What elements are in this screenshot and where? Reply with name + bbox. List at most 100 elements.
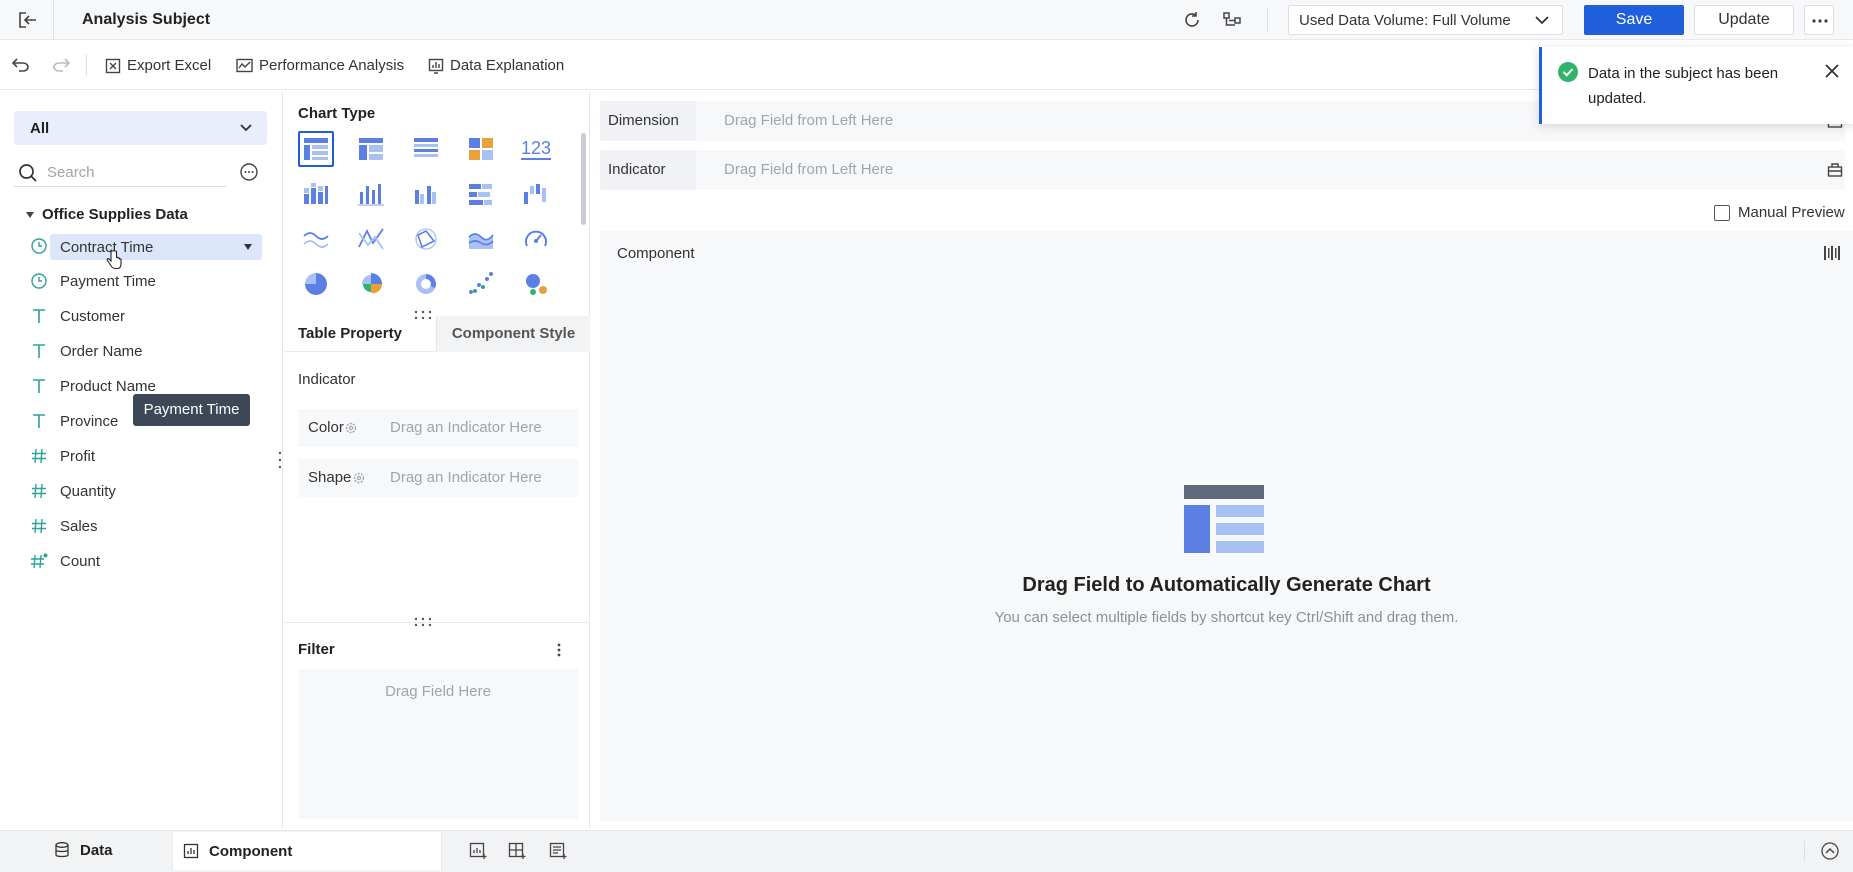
data-volume-label: Used Data Volume: Full Volume (1299, 12, 1511, 29)
line-chart-icon (303, 227, 329, 251)
save-button[interactable]: Save (1584, 5, 1684, 35)
field-item[interactable]: Count (30, 548, 262, 574)
chart-type-indicator-card[interactable]: 123 (518, 131, 554, 167)
indicator-shelf[interactable]: Indicator Drag Field from Left Here (600, 150, 1845, 190)
export-excel-button[interactable]: Export Excel (105, 57, 211, 74)
data-tab-label: Data (80, 841, 113, 859)
add-component-icon[interactable] (469, 842, 487, 860)
update-button[interactable]: Update (1694, 5, 1794, 35)
chart-type-donut[interactable] (408, 266, 444, 302)
tab-component[interactable]: Component (172, 832, 442, 870)
caret-down-icon[interactable] (244, 244, 252, 250)
scope-select[interactable]: All (14, 111, 267, 145)
empty-state-subtitle: You can select multiple fields by shortc… (994, 609, 1459, 626)
chart-config-panel: Chart Type 123 Table Property Component … (284, 91, 590, 828)
component-tab-label: Component (209, 842, 293, 860)
field-item[interactable]: Profit (30, 443, 262, 469)
filter-drop-zone[interactable]: Drag Field Here (298, 669, 578, 819)
filter-title: Filter (298, 641, 335, 658)
field-label: Province (60, 412, 119, 430)
settings-icon[interactable] (353, 472, 365, 484)
chart-type-group-table[interactable] (353, 131, 389, 167)
tab-component-style[interactable]: Component Style (436, 316, 590, 352)
field-item[interactable]: Quantity (30, 478, 262, 504)
chart-type-cross-table[interactable] (408, 131, 444, 167)
add-story-icon[interactable] (549, 842, 567, 860)
component-panel: Dimension Drag Field from Left Here Indi… (591, 91, 1853, 828)
chart-type-column[interactable] (353, 176, 389, 212)
field-search[interactable]: Search (14, 159, 226, 187)
data-explanation-label: Data Explanation (450, 57, 565, 74)
chart-type-kpi-card[interactable] (463, 131, 499, 167)
tab-table-property[interactable]: Table Property (298, 316, 402, 352)
chart-type-area[interactable] (463, 221, 499, 257)
barcode-icon[interactable] (1823, 245, 1841, 261)
tab-data[interactable]: Data (54, 831, 113, 869)
chart-type-line[interactable] (298, 221, 334, 257)
add-dashboard-icon[interactable] (508, 842, 526, 860)
divider (1267, 8, 1268, 32)
area-chart-icon (468, 227, 494, 251)
settings-icon[interactable] (345, 422, 357, 434)
number-icon (30, 447, 48, 465)
page-title: Analysis Subject (82, 11, 211, 28)
database-icon (54, 842, 70, 858)
data-volume-select[interactable]: Used Data Volume: Full Volume (1288, 5, 1563, 35)
field-item[interactable]: Customer (30, 303, 262, 329)
more-icon (1812, 19, 1828, 23)
shape-placeholder: Drag an Indicator Here (390, 469, 542, 486)
chart-type-bubble[interactable] (518, 266, 554, 302)
top-bar: Analysis Subject Used Data Volume: Full … (0, 0, 1853, 40)
redo-icon[interactable] (52, 56, 70, 72)
chart-type-stacked-bar-horizontal[interactable] (463, 176, 499, 212)
undo-icon[interactable] (12, 56, 30, 72)
chart-type-grouped-column[interactable] (408, 176, 444, 212)
resize-handle-icon[interactable] (414, 617, 432, 627)
chart-type-radar[interactable] (408, 221, 444, 257)
field-panel: All Search Office Supplies Data Contract… (0, 91, 283, 828)
chart-type-gauge[interactable] (518, 221, 554, 257)
gauge-icon (523, 227, 549, 251)
performance-analysis-button[interactable]: Performance Analysis (236, 57, 404, 74)
lineage-icon[interactable] (1222, 10, 1242, 30)
chart-type-waterfall[interactable] (518, 176, 554, 212)
more-vertical-icon[interactable] (557, 643, 561, 657)
chart-type-rose[interactable] (353, 266, 389, 302)
refresh-icon[interactable] (1182, 10, 1202, 30)
field-item[interactable]: Payment Time (30, 268, 262, 294)
chart-type-scatter[interactable] (463, 266, 499, 302)
manual-preview-toggle[interactable]: Manual Preview (1714, 204, 1845, 221)
chart-type-pie[interactable] (298, 266, 334, 302)
exit-icon[interactable] (18, 11, 38, 29)
divider (53, 0, 54, 40)
manual-preview-checkbox[interactable] (1714, 204, 1730, 221)
field-label: Order Name (60, 342, 143, 360)
field-group[interactable]: Office Supplies Data (26, 206, 188, 223)
grouped-column-icon (413, 182, 439, 206)
search-input[interactable]: Search (47, 164, 95, 181)
collapse-up-icon[interactable] (1821, 842, 1839, 860)
chart-type-stacked-bar[interactable] (298, 176, 334, 212)
chart-type-table[interactable] (298, 131, 334, 167)
chart-type-polyline[interactable] (353, 221, 389, 257)
color-drop-zone[interactable]: Color Drag an Indicator Here (298, 409, 578, 447)
divider (1804, 841, 1805, 861)
more-options-button[interactable] (1804, 5, 1834, 35)
component-tab-icon (183, 843, 199, 859)
text-icon (30, 307, 48, 325)
field-item[interactable]: Sales (30, 513, 262, 539)
performance-icon (236, 58, 253, 74)
field-label: Sales (60, 517, 98, 535)
text-icon (30, 377, 48, 395)
close-icon[interactable] (1825, 64, 1839, 78)
data-explanation-button[interactable]: Data Explanation (428, 57, 564, 74)
field-item[interactable]: Order Name (30, 338, 262, 364)
shape-drop-zone[interactable]: Shape Drag an Indicator Here (298, 459, 578, 497)
group-table-icon (358, 137, 384, 161)
data-explanation-icon (428, 58, 444, 74)
shelf-settings-icon[interactable] (1827, 162, 1843, 178)
chart-type-scrollbar[interactable] (581, 133, 586, 225)
field-item-contract-time[interactable]: Contract Time (50, 234, 262, 260)
field-label: Customer (60, 307, 126, 325)
field-options-icon[interactable] (239, 162, 259, 182)
